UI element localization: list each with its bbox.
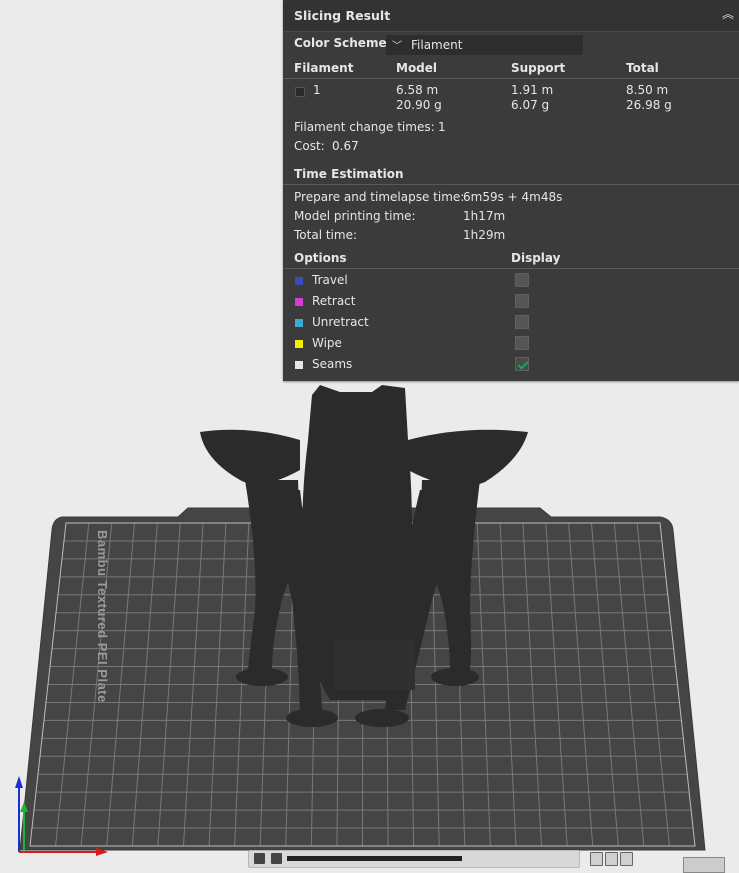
layer-slider-track[interactable] [287, 856, 462, 861]
time-value: 1h29m [463, 228, 506, 242]
left-wing [200, 429, 300, 485]
total-weight: 26.98 g [626, 98, 672, 112]
view-icon[interactable] [605, 852, 618, 866]
time-value: 1h17m [463, 209, 506, 223]
model-length: 6.58 m [396, 83, 439, 97]
support-weight: 6.07 g [511, 98, 550, 112]
unretract-color-swatch [295, 319, 303, 327]
option-label: Unretract [312, 315, 369, 329]
layers-icon[interactable] [254, 853, 265, 864]
col-header-filament: Filament [294, 61, 354, 75]
filament-color-swatch [295, 87, 305, 97]
seams-display-checkbox[interactable] [515, 357, 529, 371]
color-scheme-label: Color Scheme [294, 36, 387, 50]
slicing-result-panel: Slicing Result ︽ Color Scheme ﹀ Filament… [283, 0, 739, 381]
col-header-support: Support [511, 61, 566, 75]
option-label: Retract [312, 294, 356, 308]
cut-icon[interactable] [590, 852, 603, 866]
wipe-color-swatch [295, 340, 303, 348]
option-label: Wipe [312, 336, 342, 350]
filament-change-value: 1 [438, 120, 446, 134]
travel-color-swatch [295, 277, 303, 285]
delete-icon[interactable] [620, 852, 633, 866]
time-label: Model printing time: [294, 209, 416, 223]
color-scheme-select[interactable]: ﹀ Filament [386, 35, 583, 55]
time-divider [283, 184, 739, 185]
cost-label: Cost: [294, 139, 325, 153]
panel-title: Slicing Result [294, 8, 391, 23]
options-divider [283, 268, 739, 269]
layer-slider-bar[interactable] [248, 850, 580, 868]
time-label: Prepare and timelapse time: [294, 190, 465, 204]
total-length: 8.50 m [626, 83, 669, 97]
support-length: 1.91 m [511, 83, 554, 97]
col-header-model: Model [396, 61, 438, 75]
display-header: Display [511, 251, 561, 265]
option-label: Travel [312, 273, 348, 287]
retract-color-swatch [295, 298, 303, 306]
color-scheme-value: Filament [411, 38, 463, 52]
seams-color-swatch [295, 361, 303, 369]
cost-value: 0.67 [332, 139, 359, 153]
chevron-down-icon: ﹀ [392, 41, 402, 52]
unretract-display-checkbox[interactable] [515, 315, 529, 329]
wipe-display-checkbox[interactable] [515, 336, 529, 350]
gcode-icon[interactable] [271, 853, 282, 864]
options-header: Options [294, 251, 347, 265]
time-estimation-header: Time Estimation [294, 167, 404, 181]
time-label: Total time: [294, 228, 357, 242]
collapse-icon[interactable]: ︽ [721, 7, 735, 21]
plate-label: Bambu Textured PEI Plate [95, 530, 110, 703]
retract-display-checkbox[interactable] [515, 294, 529, 308]
right-wing [408, 429, 528, 487]
option-label: Seams [312, 357, 353, 371]
table-divider [283, 78, 739, 79]
filament-change-label: Filament change times: [294, 120, 435, 134]
filament-index: 1 [313, 83, 321, 97]
time-value: 6m59s + 4m48s [463, 190, 563, 204]
model-weight: 20.90 g [396, 98, 442, 112]
travel-display-checkbox[interactable] [515, 273, 529, 287]
col-header-total: Total [626, 61, 659, 75]
panel-header: Slicing Result ︽ [283, 0, 739, 32]
